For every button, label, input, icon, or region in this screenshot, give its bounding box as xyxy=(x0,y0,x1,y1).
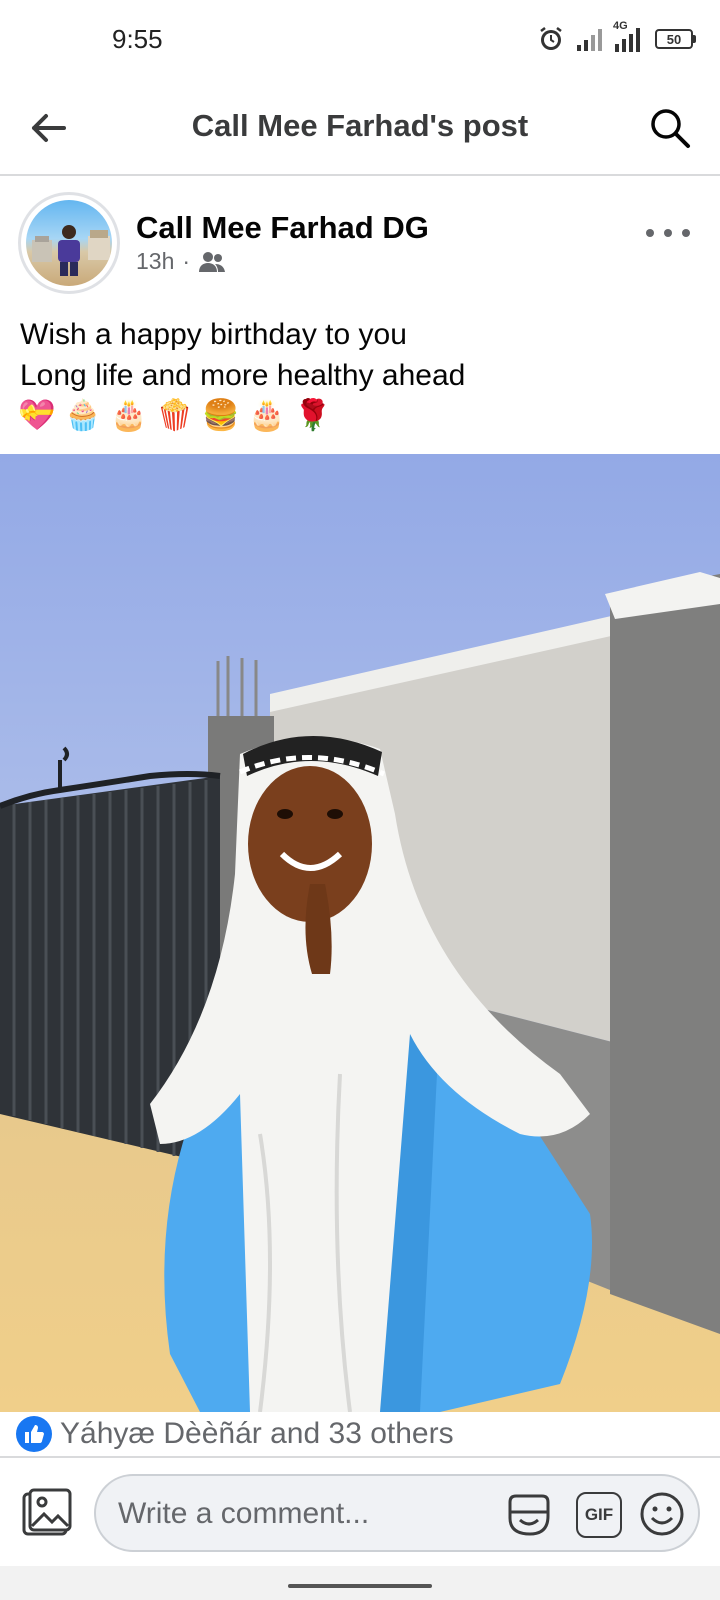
reaction-count-text: Yáhyæ Dèèñár and 33 others xyxy=(60,1417,454,1450)
comment-input[interactable] xyxy=(118,1496,478,1532)
post-time[interactable]: 13h xyxy=(136,248,174,275)
signal-strength-icon xyxy=(575,25,603,53)
emoji-row: 💝 🧁 🎂 🍿 🍔 🎂 🌹 xyxy=(18,396,332,436)
avatar-image xyxy=(26,200,112,286)
battery-level: 50 xyxy=(655,29,693,49)
photo-icon xyxy=(22,1488,72,1536)
post-header: Call Mee Farhad DG 13h · xyxy=(0,178,720,298)
author-avatar[interactable] xyxy=(18,192,120,294)
emoji-button[interactable] xyxy=(638,1490,686,1538)
author-name[interactable]: Call Mee Farhad DG xyxy=(136,210,429,246)
post-text: Wish a happy birthday to you Long life a… xyxy=(20,314,700,396)
post-text-line: Wish a happy birthday to you xyxy=(20,318,407,351)
app-bar: Call Mee Farhad's post xyxy=(0,80,720,176)
comment-field[interactable]: GIF xyxy=(94,1474,700,1552)
comment-bar: GIF xyxy=(0,1456,720,1564)
search-button[interactable] xyxy=(644,102,696,154)
status-bar: 9:55 4G 50 xyxy=(0,0,720,80)
post-meta: 13h · xyxy=(136,248,226,275)
friends-icon xyxy=(199,251,226,272)
hamburger-emoji: 🍔 xyxy=(202,398,240,433)
like-icon xyxy=(16,1416,52,1452)
more-options-button[interactable] xyxy=(646,218,690,248)
heart-gift-emoji: 💝 xyxy=(18,398,56,433)
smiley-icon xyxy=(640,1492,684,1536)
dot-icon xyxy=(646,229,654,237)
add-photo-button[interactable] xyxy=(20,1486,74,1540)
sticker-button[interactable] xyxy=(504,1490,554,1540)
search-icon xyxy=(651,109,690,148)
post-text-line: Long life and more healthy ahead xyxy=(20,359,466,392)
dot-icon xyxy=(682,229,690,237)
rose-emoji: 🌹 xyxy=(294,398,332,433)
reactions-summary[interactable]: Yáhyæ Dèèñár and 33 others xyxy=(0,1412,720,1456)
post-photo[interactable] xyxy=(0,454,720,1412)
birthday-cake-emoji: 🎂 xyxy=(110,398,148,433)
birthday-cake-emoji: 🎂 xyxy=(248,398,286,433)
status-icons: 4G 50 xyxy=(537,20,696,56)
sticker-icon xyxy=(508,1494,550,1536)
dot-icon xyxy=(664,229,672,237)
gif-button[interactable]: GIF xyxy=(576,1492,622,1538)
network-type-label: 4G xyxy=(613,20,628,32)
cellular-4g-icon: 4G xyxy=(613,20,645,54)
system-nav-bar xyxy=(0,1566,720,1600)
status-time: 9:55 xyxy=(112,24,163,54)
alarm-icon xyxy=(537,25,565,53)
page-title: Call Mee Farhad's post xyxy=(191,108,529,143)
home-indicator[interactable] xyxy=(288,1584,432,1588)
cupcake-emoji: 🧁 xyxy=(64,398,102,433)
popcorn-emoji: 🍿 xyxy=(156,398,194,433)
meta-separator: · xyxy=(182,248,191,274)
battery-icon: 50 xyxy=(655,29,696,49)
